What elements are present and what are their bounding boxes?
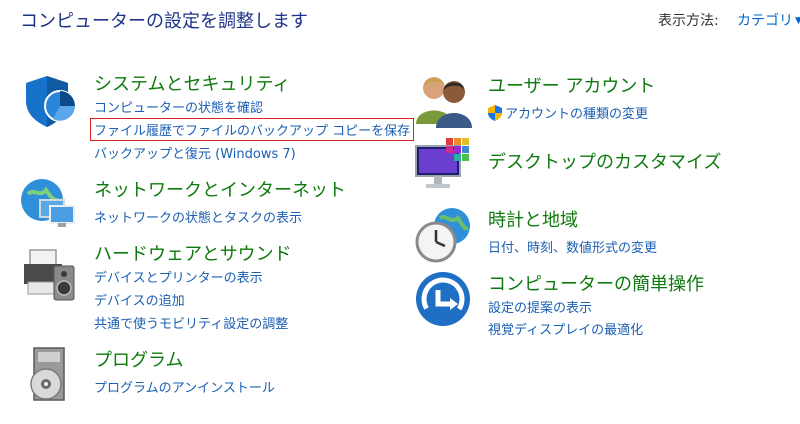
category-hardware-sound: ハードウェアとサウンド デバイスとプリンターの表示 デバイスの追加 共通で使うモ… <box>20 240 380 335</box>
view-by-value: カテゴリ <box>737 13 793 29</box>
category-title-programs[interactable]: プログラム <box>94 346 183 372</box>
monitor-palette-icon <box>415 138 469 188</box>
program-disc-icon <box>30 347 65 401</box>
category-clock-region: 時計と地域 日付、時刻、数値形式の変更 <box>414 206 794 266</box>
category-title-system-security[interactable]: システムとセキュリティ <box>94 70 290 96</box>
category-user-accounts: ユーザー アカウント アカウントの種類の変更 <box>414 72 794 132</box>
link-change-account-type-label: アカウントの種類の変更 <box>505 107 649 122</box>
category-title-network-internet[interactable]: ネットワークとインターネット <box>94 176 346 202</box>
category-title-clock-region[interactable]: 時計と地域 <box>488 206 578 232</box>
link-network-status[interactable]: ネットワークの状態とタスクの表示 <box>94 207 302 226</box>
users-icon <box>416 77 472 128</box>
ease-of-access-icon <box>416 272 470 326</box>
category-title-ease-of-access[interactable]: コンピューターの簡単操作 <box>488 270 704 296</box>
category-title-hardware-sound[interactable]: ハードウェアとサウンド <box>94 240 292 266</box>
category-ease-of-access: コンピューターの簡単操作 設定の提案の表示 視覚ディスプレイの最適化 <box>414 270 794 350</box>
view-by-dropdown[interactable]: カテゴリ ▼ <box>737 10 800 30</box>
link-check-status[interactable]: コンピューターの状態を確認 <box>94 97 263 116</box>
link-change-account-type[interactable]: アカウントの種類の変更 <box>488 103 648 122</box>
printer-speaker-icon <box>24 249 75 301</box>
chevron-down-icon: ▼ <box>795 16 800 26</box>
page-title: コンピューターの設定を調整します <box>20 11 308 32</box>
link-uninstall-program[interactable]: プログラムのアンインストール <box>94 377 275 396</box>
clock-globe-icon <box>415 208 470 263</box>
view-by-label: 表示方法: <box>658 13 719 29</box>
category-programs: プログラム プログラムのアンインストール <box>20 346 380 406</box>
link-optimize-display[interactable]: 視覚ディスプレイの最適化 <box>488 319 643 338</box>
link-file-history-backup[interactable]: ファイル履歴でファイルのバックアップ コピーを保存 <box>89 118 415 141</box>
network-globe-icon <box>21 179 75 227</box>
category-system-security: システムとセキュリティ コンピューターの状態を確認 ファイル履歴でファイルのバッ… <box>20 70 415 165</box>
link-suggested-settings[interactable]: 設定の提案の表示 <box>488 297 592 316</box>
link-date-time-format[interactable]: 日付、時刻、数値形式の変更 <box>488 237 657 256</box>
uac-shield-icon <box>488 105 502 121</box>
category-title-user-accounts[interactable]: ユーザー アカウント <box>488 72 655 98</box>
link-backup-restore[interactable]: バックアップと復元 (Windows 7) <box>94 143 296 162</box>
shield-pie-icon <box>26 76 76 127</box>
link-mobility-settings[interactable]: 共通で使うモビリティ設定の調整 <box>94 313 288 332</box>
link-devices-printers[interactable]: デバイスとプリンターの表示 <box>94 267 263 286</box>
category-appearance: デスクトップのカスタマイズ <box>414 136 794 196</box>
link-add-device[interactable]: デバイスの追加 <box>94 290 185 309</box>
category-network-internet: ネットワークとインターネット ネットワークの状態とタスクの表示 <box>20 176 380 236</box>
category-title-appearance[interactable]: デスクトップのカスタマイズ <box>488 148 721 174</box>
